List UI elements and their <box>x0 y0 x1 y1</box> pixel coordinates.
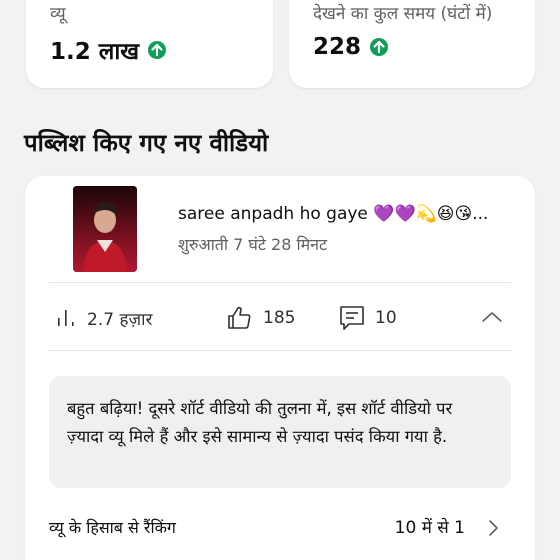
watch-time-metric-value: 228 <box>313 34 362 60</box>
comment-icon <box>339 304 365 332</box>
comments-stat: 10 <box>339 300 397 336</box>
views-metric-value: 1.2 लाख <box>50 39 140 65</box>
ranking-label: व्यू के हिसाब से रैंकिंग <box>49 518 176 537</box>
likes-stat: 185 <box>225 300 295 336</box>
likes-stat-value: 185 <box>263 308 296 328</box>
views-metric-value-row: 1.2 लाख <box>50 34 167 66</box>
video-thumbnail[interactable] <box>73 186 137 272</box>
arrow-up-circle-icon <box>147 40 167 60</box>
views-metric-label: व्यू <box>50 4 66 24</box>
video-stats-row: 2.7 हज़ार 185 10 <box>49 300 511 336</box>
video-time-window: शुरुआती 7 घंटे 28 मिनट <box>178 235 328 254</box>
views-stat: 2.7 हज़ार <box>55 300 152 336</box>
watch-time-metric-card[interactable]: देखने का कुल समय (घंटों में) 228 <box>289 0 535 88</box>
chevron-right-icon[interactable] <box>483 518 503 542</box>
latest-video-card: saree anpadh ho gaye 💜💜💫😆😘... शुरुआती 7 … <box>25 176 535 560</box>
chevron-up-icon[interactable] <box>481 306 503 332</box>
divider <box>49 282 511 283</box>
ranking-value: 10 में से 1 <box>394 518 465 538</box>
section-title: पब्लिश किए गए नए वीडियो <box>24 129 269 157</box>
performance-insight: बहुत बढ़िया! दूसरे शॉर्ट वीडियो की तुलना… <box>49 376 511 488</box>
analytics-page: व्यू 1.2 लाख देखने का कुल समय (घंटों में… <box>0 0 560 560</box>
video-title[interactable]: saree anpadh ho gaye 💜💜💫😆😘... <box>178 204 518 224</box>
views-stat-value: 2.7 हज़ार <box>87 309 153 330</box>
ranking-row[interactable]: व्यू के हिसाब से रैंकिंग 10 में से 1 <box>49 512 511 542</box>
divider <box>49 350 511 351</box>
watch-time-metric-label: देखने का कुल समय (घंटों में) <box>313 4 493 24</box>
arrow-up-circle-icon <box>369 37 389 57</box>
watch-time-metric-value-row: 228 <box>313 34 389 60</box>
views-metric-card[interactable]: व्यू 1.2 लाख <box>26 0 273 88</box>
thumbs-up-icon <box>225 304 253 332</box>
bar-chart-icon <box>55 307 77 329</box>
comments-stat-value: 10 <box>375 308 397 328</box>
